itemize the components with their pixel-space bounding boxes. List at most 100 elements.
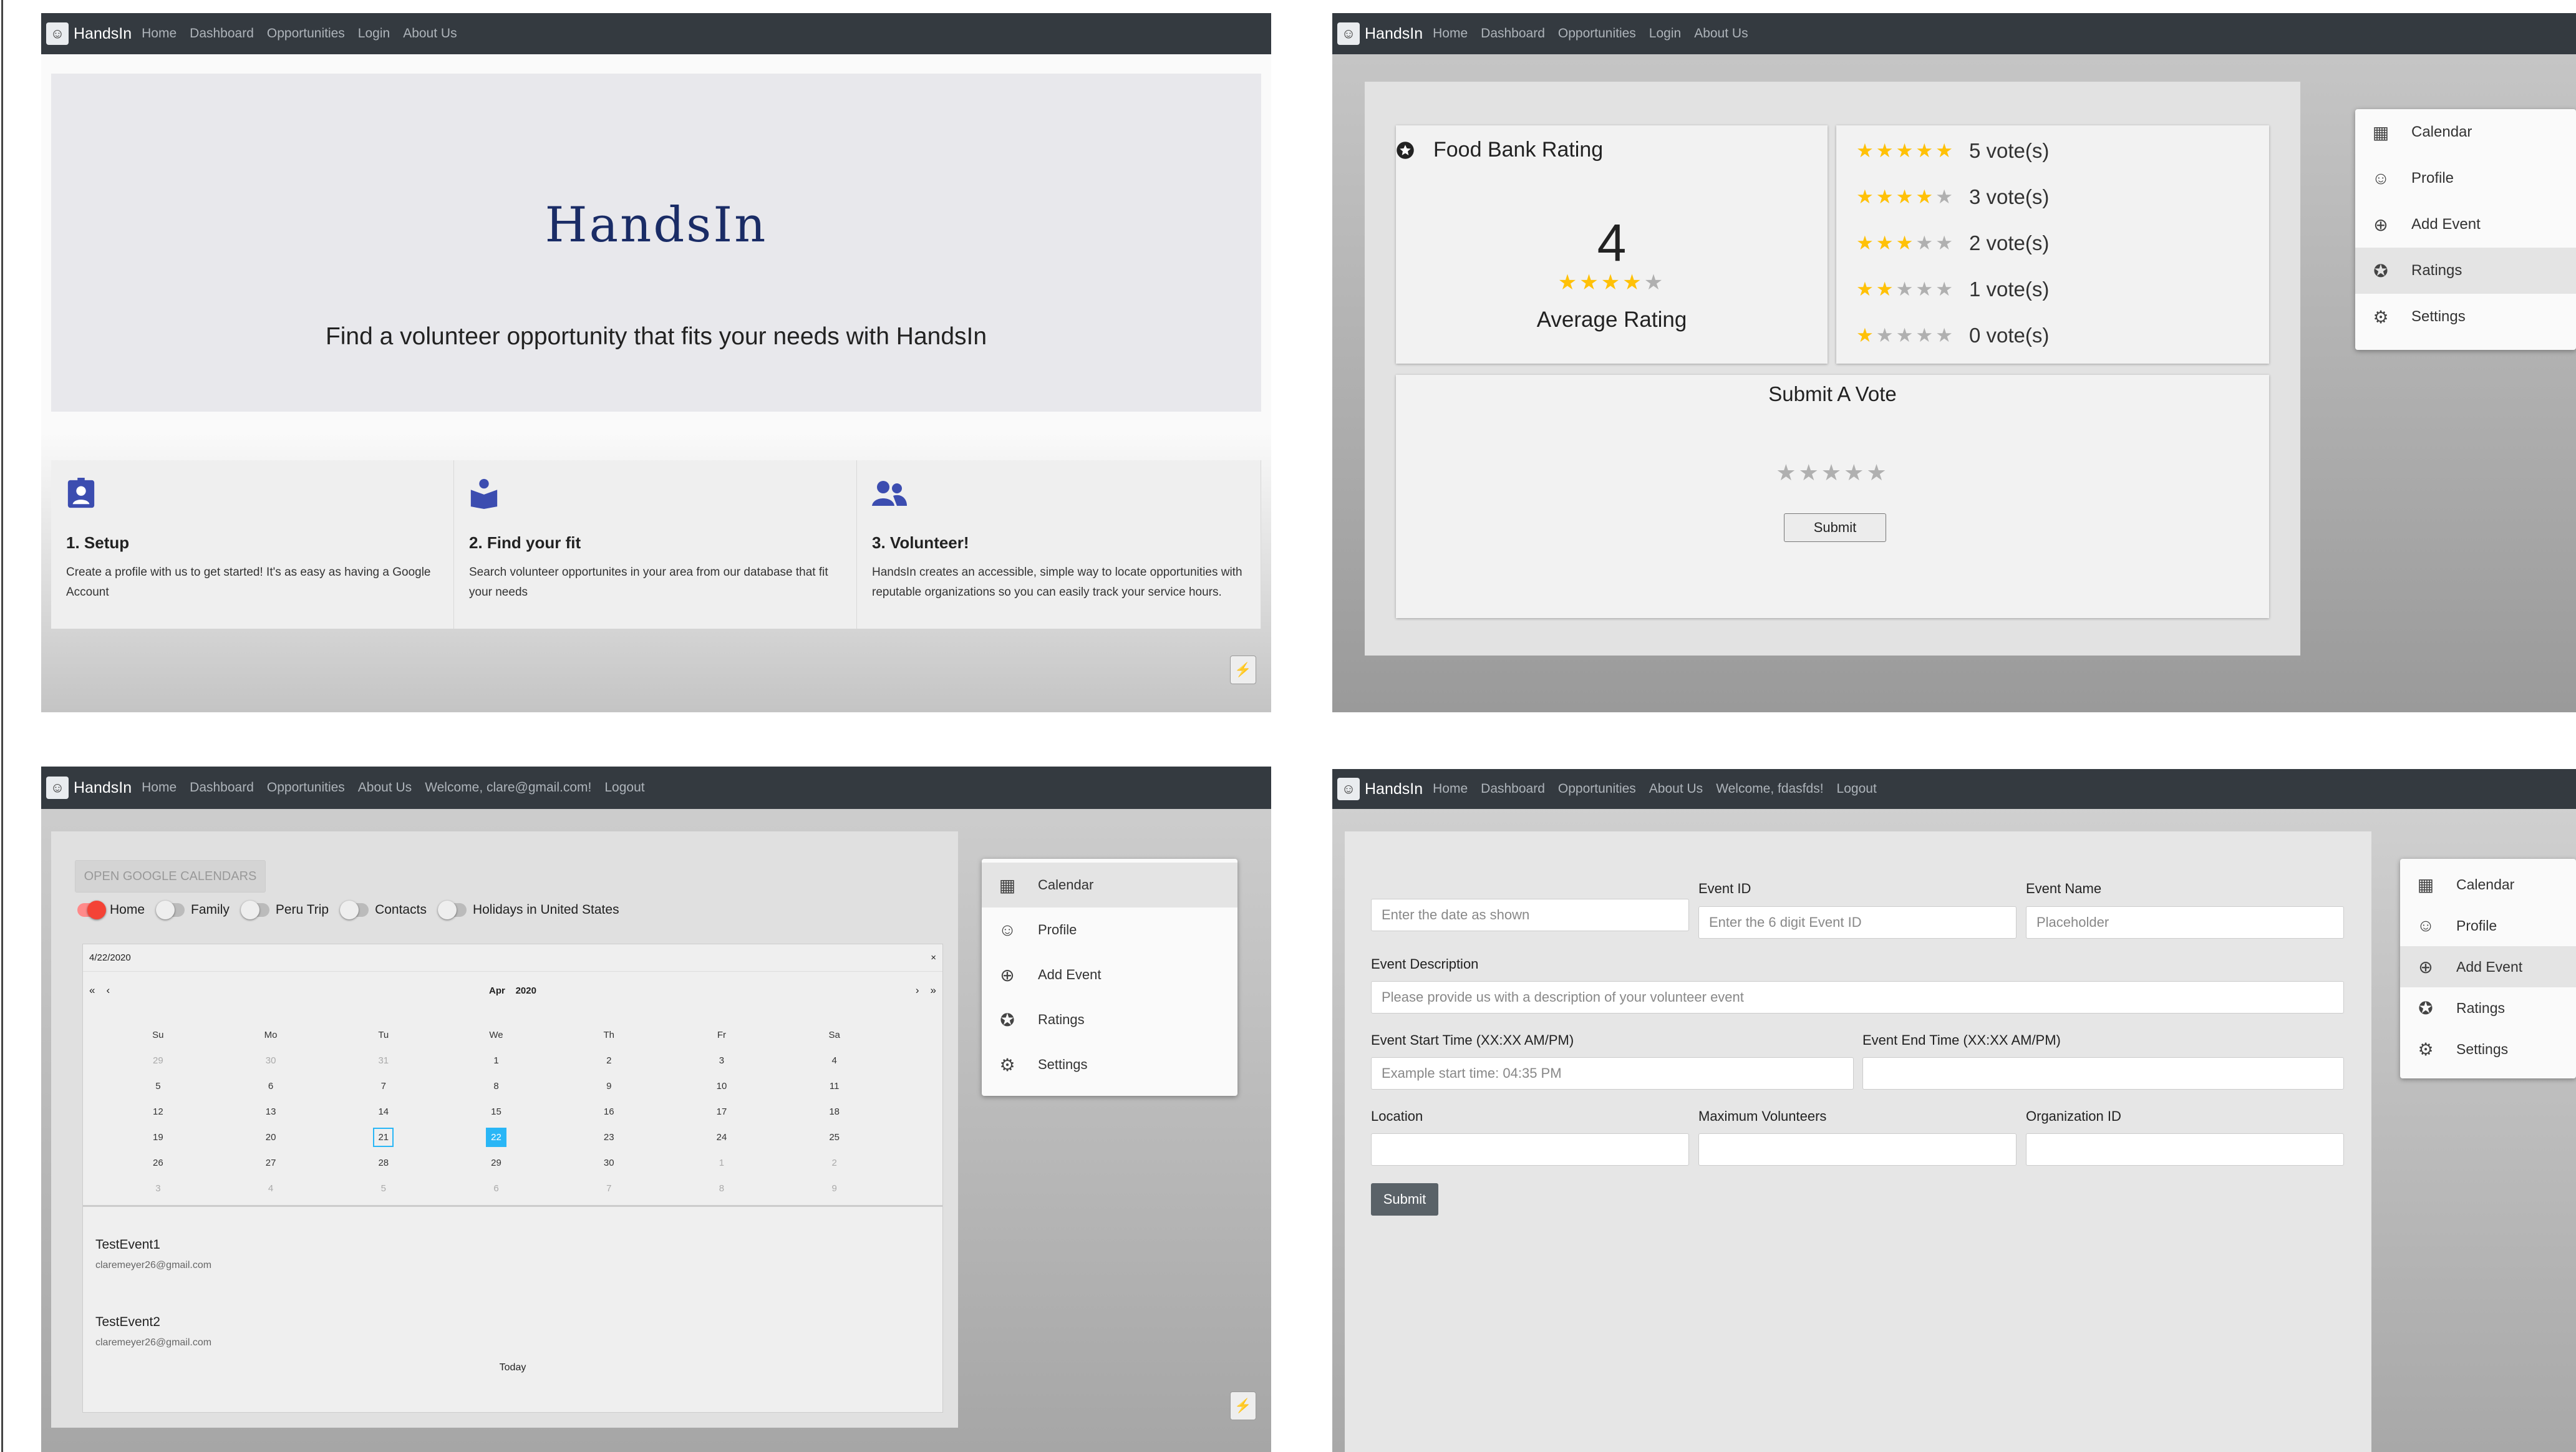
date-input[interactable]: 4/22/2020 (89, 952, 131, 963)
handsin-logo-icon[interactable]: ☺ (1337, 778, 1360, 800)
nav-home[interactable]: Home (142, 780, 177, 795)
nav-opportunities[interactable]: Opportunities (1558, 782, 1636, 796)
calendar-day[interactable]: 1 (493, 1055, 498, 1066)
next-year-icon[interactable]: » (931, 984, 936, 997)
calendar-day[interactable]: 20 (266, 1132, 276, 1143)
calendar-day[interactable]: 6 (268, 1081, 273, 1091)
menu-item-profile[interactable]: ☺ Profile (982, 908, 1237, 952)
description-input[interactable]: Please provide us with a description of … (1371, 981, 2344, 1014)
nav-dashboard[interactable]: Dashboard (190, 26, 254, 41)
calendar-cell[interactable]: 7 (327, 1081, 440, 1091)
event-id-input[interactable]: Enter the 6 digit Event ID (1698, 906, 2017, 939)
calendar-day[interactable]: 12 (153, 1106, 163, 1117)
calendar-day[interactable]: 9 (606, 1081, 611, 1091)
month-label[interactable]: Apr (489, 985, 505, 996)
calendar-day[interactable]: 24 (717, 1132, 727, 1143)
calendar-day[interactable]: 1 (719, 1158, 724, 1168)
clear-date-icon[interactable]: × (931, 952, 936, 963)
calendar-toggle[interactable]: Holidays in United States (435, 901, 619, 920)
nav-dashboard[interactable]: Dashboard (1481, 26, 1545, 41)
calendar-day[interactable]: 3 (155, 1183, 160, 1194)
calendar-cell[interactable]: 24 (666, 1132, 778, 1143)
calendar-cell[interactable]: 27 (215, 1158, 327, 1168)
calendar-day[interactable]: 16 (604, 1106, 614, 1117)
today-button[interactable]: Today (83, 1362, 942, 1373)
year-label[interactable]: 2020 (516, 985, 536, 996)
calendar-cell[interactable]: 10 (666, 1081, 778, 1091)
menu-item-ratings[interactable]: ✪ Ratings (2355, 248, 2576, 294)
menu-item-add-event[interactable]: ⊕ Add Event (2400, 946, 2576, 987)
menu-item-profile[interactable]: ☺ Profile (2400, 905, 2576, 946)
calendar-cell[interactable]: 13 (215, 1106, 327, 1117)
calendar-cell[interactable]: 4 (778, 1055, 891, 1066)
prev-year-icon[interactable]: « (89, 984, 95, 997)
calendar-cell[interactable]: 2 (778, 1158, 891, 1168)
calendar-cell[interactable]: 26 (102, 1158, 215, 1168)
nav-about[interactable]: About Us (1649, 782, 1703, 796)
calendar-day[interactable]: 9 (832, 1183, 837, 1194)
calendar-cell[interactable]: 4 (215, 1183, 327, 1194)
calendar-cell[interactable]: 16 (553, 1106, 666, 1117)
nav-dashboard[interactable]: Dashboard (1481, 782, 1545, 796)
bolt-icon[interactable]: ⚡ (1230, 1392, 1256, 1420)
nav-login[interactable]: Login (1649, 26, 1681, 41)
brand[interactable]: HandsIn (1365, 25, 1423, 43)
calendar-day[interactable]: 8 (719, 1183, 724, 1194)
calendar-cell[interactable]: 6 (440, 1183, 553, 1194)
calendar-cell[interactable]: 8 (440, 1081, 553, 1091)
nav-login[interactable]: Login (358, 26, 390, 41)
max-volunteers-input[interactable] (1698, 1133, 2017, 1166)
nav-welcome[interactable]: Welcome, fdasfds! (1716, 782, 1823, 796)
event-name-input[interactable]: Placeholder (2026, 906, 2344, 939)
calendar-day[interactable]: 5 (155, 1081, 160, 1091)
calendar-toggle[interactable]: Family (153, 901, 230, 920)
calendar-cell[interactable]: 5 (327, 1183, 440, 1194)
calendar-day[interactable]: 25 (829, 1132, 840, 1143)
nav-about[interactable]: About Us (1694, 26, 1748, 41)
date-input[interactable]: Enter the date as shown (1371, 899, 1689, 931)
calendar-cell[interactable]: 7 (553, 1183, 666, 1194)
calendar-day[interactable]: 14 (378, 1106, 389, 1117)
handsin-logo-icon[interactable]: ☺ (46, 22, 69, 45)
brand[interactable]: HandsIn (1365, 780, 1423, 798)
calendar-day[interactable]: 19 (153, 1132, 163, 1143)
calendar-cell[interactable]: 3 (666, 1055, 778, 1066)
nav-logout[interactable]: Logout (604, 780, 644, 795)
calendar-day[interactable]: 4 (268, 1183, 273, 1194)
nav-welcome[interactable]: Welcome, clare@gmail.com! (425, 780, 591, 795)
calendar-cell[interactable]: 12 (102, 1106, 215, 1117)
calendar-cell[interactable]: 21 (327, 1128, 440, 1147)
calendar-cell[interactable]: 11 (778, 1081, 891, 1091)
calendar-day[interactable]: 3 (719, 1055, 724, 1066)
calendar-cell[interactable]: 8 (666, 1183, 778, 1194)
next-month-icon[interactable]: › (916, 984, 919, 997)
calendar-toggle[interactable]: Peru Trip (238, 901, 329, 920)
calendar-cell[interactable]: 28 (327, 1158, 440, 1168)
calendar-cell[interactable]: 18 (778, 1106, 891, 1117)
calendar-day[interactable]: 18 (829, 1106, 840, 1117)
menu-item-calendar[interactable]: ▦ Calendar (2355, 109, 2576, 155)
nav-home[interactable]: Home (1433, 782, 1468, 796)
calendar-day[interactable]: 5 (381, 1183, 386, 1194)
calendar-day[interactable]: 4 (832, 1055, 837, 1066)
menu-item-ratings[interactable]: ✪ Ratings (2400, 987, 2576, 1028)
calendar-cell[interactable]: 29 (440, 1158, 553, 1168)
toggle-switch[interactable] (156, 901, 185, 920)
toggle-switch[interactable] (77, 901, 106, 920)
calendar-day[interactable]: 23 (604, 1132, 614, 1143)
calendar-day[interactable]: 7 (381, 1081, 386, 1091)
nav-about[interactable]: About Us (403, 26, 457, 41)
nav-home[interactable]: Home (142, 26, 177, 41)
calendar-cell[interactable]: 23 (553, 1132, 666, 1143)
calendar-toggle[interactable]: Home (72, 901, 145, 920)
menu-item-settings[interactable]: ⚙ Settings (2400, 1028, 2576, 1070)
menu-item-profile[interactable]: ☺ Profile (2355, 155, 2576, 201)
calendar-cell[interactable]: 3 (102, 1183, 215, 1194)
calendar-day[interactable]: 30 (266, 1055, 276, 1066)
calendar-day[interactable]: 17 (717, 1106, 727, 1117)
toggle-switch[interactable] (437, 901, 467, 920)
calendar-cell[interactable]: 22 (440, 1128, 553, 1147)
toggle-switch[interactable] (340, 901, 369, 920)
open-google-calendars-button[interactable]: OPEN GOOGLE CALENDARS (75, 860, 266, 893)
menu-item-calendar[interactable]: ▦ Calendar (982, 863, 1237, 908)
